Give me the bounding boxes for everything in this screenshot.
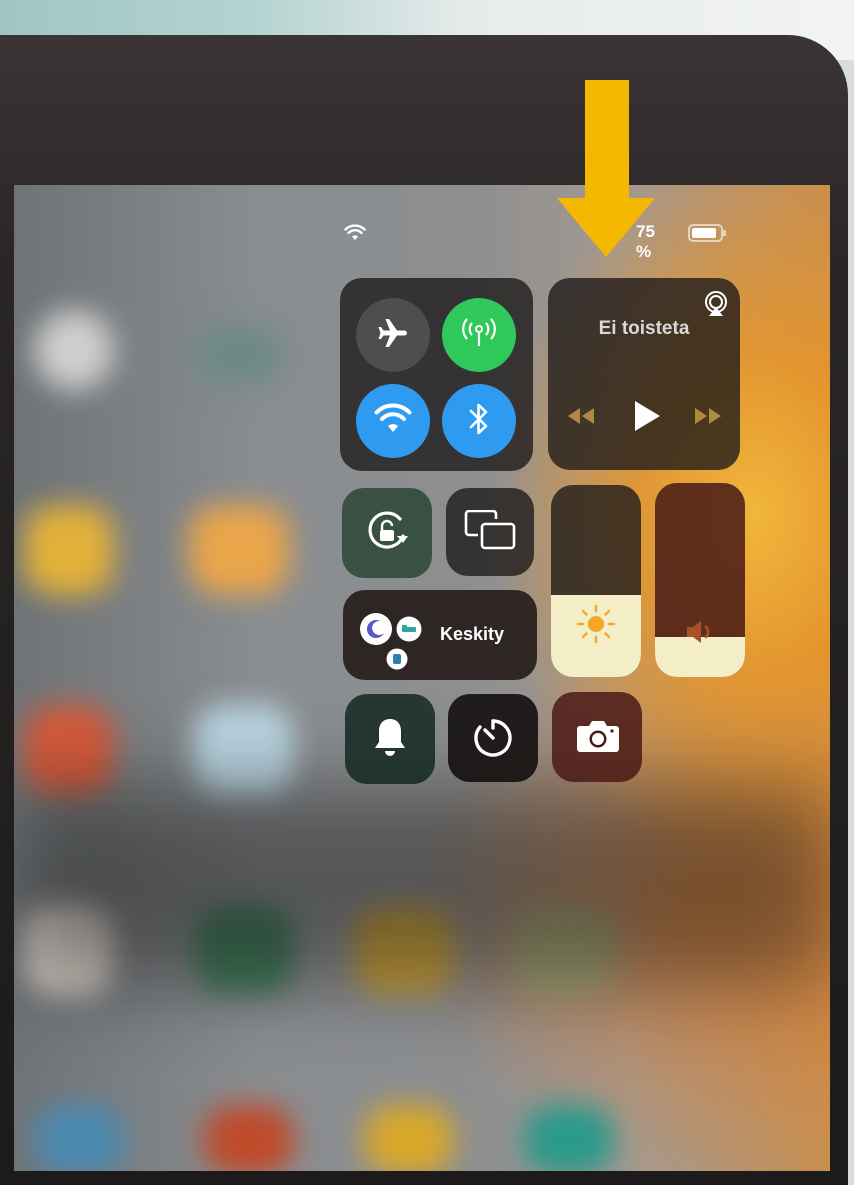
silent-mode-button[interactable] xyxy=(345,694,435,784)
focus-button[interactable]: Keskity xyxy=(343,590,537,680)
rewind-icon[interactable] xyxy=(565,405,597,432)
app-icon-blurred xyxy=(189,505,289,595)
volume-slider[interactable] xyxy=(655,483,745,677)
moon-icon xyxy=(359,612,393,651)
battery-icon xyxy=(688,223,728,248)
app-icon-blurred xyxy=(524,1105,614,1171)
dark-overlay-blurred xyxy=(14,785,830,985)
play-icon[interactable] xyxy=(632,399,662,438)
screen-mirroring-button[interactable] xyxy=(446,488,534,576)
app-icon-blurred xyxy=(204,1105,294,1171)
app-icon-blurred xyxy=(24,705,114,795)
screen-mirroring-icon xyxy=(464,509,518,559)
speaker-icon xyxy=(685,619,719,650)
focus-label: Keskity xyxy=(440,624,505,644)
airplane-icon xyxy=(376,316,410,355)
app-icon-blurred xyxy=(34,1105,124,1171)
wifi-icon xyxy=(374,403,412,440)
rotation-lock-icon xyxy=(362,506,412,561)
fast-forward-icon[interactable] xyxy=(692,405,724,432)
brightness-slider[interactable] xyxy=(551,485,641,677)
app-icon-blurred xyxy=(364,1105,454,1171)
person-icon xyxy=(386,648,408,675)
app-icon-blurred xyxy=(24,505,114,595)
sun-icon xyxy=(575,603,617,650)
timer-icon xyxy=(470,715,516,766)
bed-icon xyxy=(396,616,422,647)
rotation-lock-button[interactable] xyxy=(342,488,432,578)
down-arrow-icon xyxy=(556,80,656,263)
cellular-data-button[interactable] xyxy=(442,298,516,372)
cellular-icon xyxy=(459,316,499,355)
camera-button[interactable] xyxy=(552,692,642,782)
timer-button[interactable] xyxy=(448,694,538,782)
bluetooth-icon xyxy=(466,401,492,442)
airplane-mode-button[interactable] xyxy=(356,298,430,372)
wifi-icon xyxy=(344,224,366,247)
app-icon-blurred xyxy=(194,705,294,795)
now-playing-status: Ei toisteta xyxy=(598,318,690,339)
app-icon-blurred xyxy=(194,325,284,385)
wifi-button[interactable] xyxy=(356,384,430,458)
bluetooth-button[interactable] xyxy=(442,384,516,458)
app-icon-blurred xyxy=(34,310,114,390)
camera-icon xyxy=(576,718,620,759)
bell-icon xyxy=(372,716,408,765)
